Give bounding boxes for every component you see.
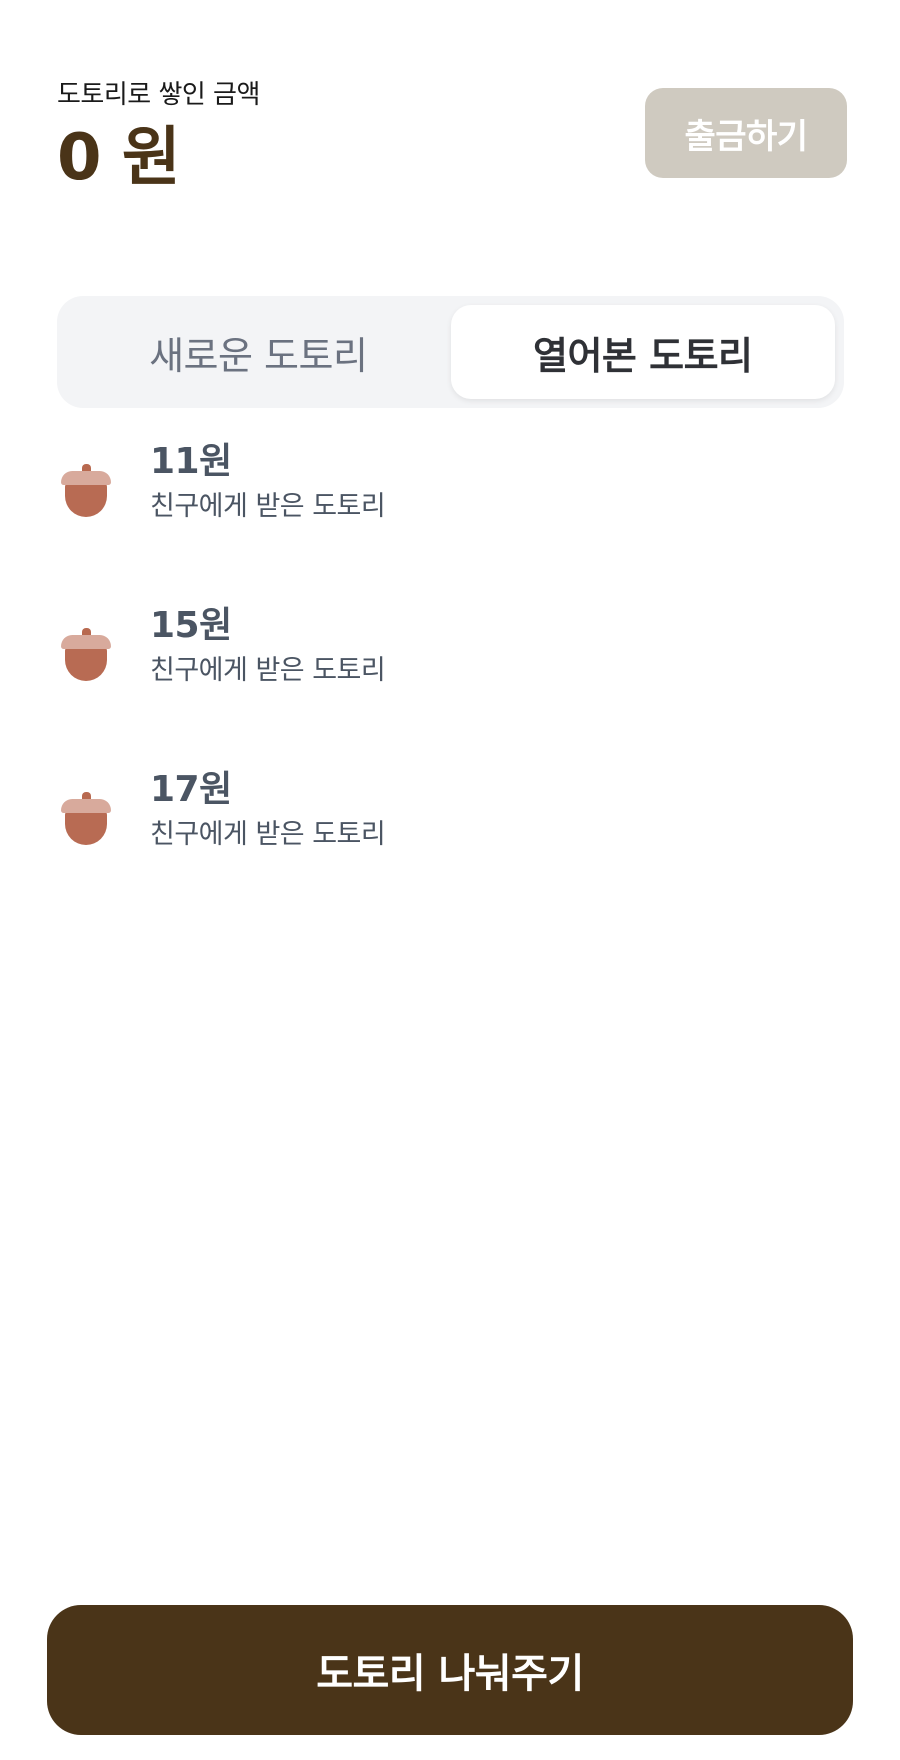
balance-label: 도토리로 쌓인 금액 — [57, 80, 260, 110]
item-description: 친구에게 받은 도토리 — [150, 491, 386, 522]
tab-new-acorns[interactable]: 새로운 도토리 — [66, 305, 451, 399]
list-item[interactable]: 11원 친구에게 받은 도토리 — [57, 440, 844, 604]
acorn-icon — [61, 628, 111, 681]
tab-opened-acorns[interactable]: 열어본 도토리 — [450, 305, 835, 399]
list-item-text: 15원 친구에게 받은 도토리 — [150, 604, 386, 688]
acorn-wallet-screen: 도토리로 쌓인 금액 0 원 출금하기 새로운 도토리 열어본 도토리 11원 … — [0, 0, 900, 1760]
acorn-icon — [61, 464, 111, 517]
acorn-tabs: 새로운 도토리 열어본 도토리 — [57, 296, 844, 408]
list-item[interactable]: 15원 친구에게 받은 도토리 — [57, 604, 844, 768]
item-amount: 15원 — [150, 605, 232, 646]
item-amount: 11원 — [150, 441, 232, 482]
withdraw-button[interactable]: 출금하기 — [645, 88, 847, 178]
list-item[interactable]: 17원 친구에게 받은 도토리 — [57, 768, 844, 932]
item-description: 친구에게 받은 도토리 — [150, 655, 386, 686]
item-description: 친구에게 받은 도토리 — [150, 819, 386, 850]
acorn-icon — [61, 792, 111, 845]
list-item-text: 17원 친구에게 받은 도토리 — [150, 768, 386, 852]
item-amount: 17원 — [150, 769, 232, 810]
share-acorn-button[interactable]: 도토리 나눠주기 — [47, 1605, 853, 1735]
list-item-text: 11원 친구에게 받은 도토리 — [150, 440, 386, 524]
acorn-list: 11원 친구에게 받은 도토리 15원 친구에게 받은 도토리 17원 친구에게… — [57, 440, 844, 932]
balance-header: 도토리로 쌓인 금액 0 원 출금하기 — [57, 74, 847, 224]
balance-amount: 0 원 — [57, 121, 181, 195]
